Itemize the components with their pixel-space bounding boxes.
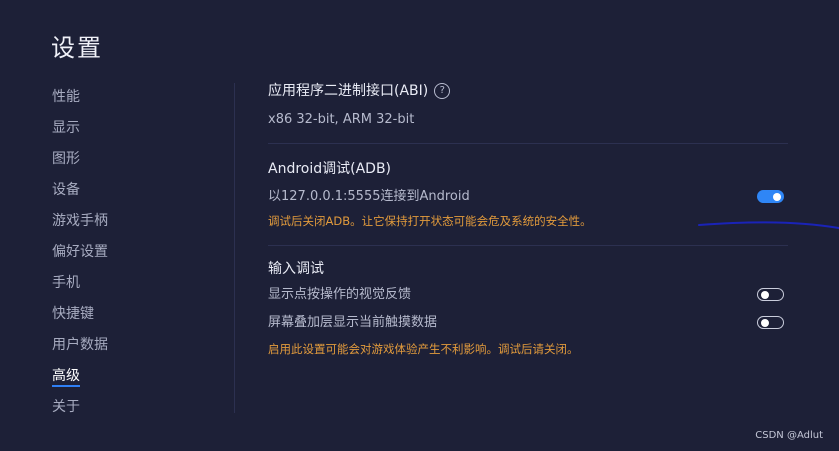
toggle-knob	[761, 290, 769, 299]
abi-value: x86 32-bit, ARM 32-bit	[268, 112, 415, 127]
settings-content: 应用程序二进制接口(ABI) ? x86 32-bit, ARM 32-bit …	[268, 78, 788, 359]
adb-section-title: Android调试(ADB)	[268, 161, 392, 177]
adb-section: Android调试(ADB) 以127.0.0.1:5555连接到Android…	[268, 144, 788, 231]
sidebar-item-preferences[interactable]: 偏好设置	[52, 239, 172, 270]
sidebar-item-label: 手机	[52, 275, 80, 291]
sidebar-item-display[interactable]: 显示	[52, 115, 172, 146]
abi-section-title: 应用程序二进制接口(ABI) ?	[268, 79, 788, 103]
touch-overlay-toggle[interactable]	[757, 316, 784, 329]
watermark-text: CSDN @Adlut	[755, 430, 823, 441]
sidebar-item-user-data[interactable]: 用户数据	[52, 332, 172, 363]
sidebar-item-label: 图形	[52, 151, 80, 167]
sidebar-item-gamepad[interactable]: 游戏手柄	[52, 208, 172, 239]
visual-feedback-row: 显示点按操作的视觉反馈	[268, 281, 788, 309]
page-title: 设置	[51, 34, 103, 62]
sidebar-item-shortcuts[interactable]: 快捷键	[52, 301, 172, 332]
sidebar-item-label: 偏好设置	[52, 244, 108, 260]
adb-connect-row: 以127.0.0.1:5555连接到Android	[268, 183, 788, 211]
input-debug-section-title: 输入调试	[268, 261, 324, 277]
touch-overlay-row: 屏幕叠加层显示当前触摸数据	[268, 309, 788, 337]
sidebar-item-graphics[interactable]: 图形	[52, 146, 172, 177]
visual-feedback-label: 显示点按操作的视觉反馈	[268, 287, 412, 302]
sidebar-item-performance[interactable]: 性能	[52, 84, 172, 115]
visual-feedback-toggle[interactable]	[757, 288, 784, 301]
sidebar-item-advanced[interactable]: 高级	[52, 363, 172, 394]
input-debug-section: 输入调试 显示点按操作的视觉反馈 屏幕叠加层显示当前触摸数据 启用此设置可能会对…	[268, 246, 788, 359]
sidebar-item-phone[interactable]: 手机	[52, 270, 172, 301]
sidebar-item-label: 高级	[52, 367, 80, 387]
toggle-knob	[773, 192, 781, 201]
sidebar-item-label: 显示	[52, 120, 80, 136]
toggle-knob	[761, 318, 769, 327]
sidebar-divider	[234, 83, 235, 413]
sidebar-item-label: 游戏手柄	[52, 213, 108, 229]
adb-warning: 调试后关闭ADB。让它保持打开状态可能会危及系统的安全性。	[268, 214, 592, 228]
settings-page: 设置 性能 显示 图形 设备 游戏手柄 偏好设置 手机 快捷键 用户数据 高级 …	[0, 0, 839, 451]
input-debug-warning: 启用此设置可能会对游戏体验产生不利影响。调试后请关闭。	[268, 342, 579, 356]
help-glyph: ?	[439, 85, 445, 96]
sidebar-item-about[interactable]: 关于	[52, 394, 172, 425]
sidebar-item-device[interactable]: 设备	[52, 177, 172, 208]
abi-title: 应用程序二进制接口(ABI)	[268, 83, 429, 99]
sidebar-item-label: 设备	[52, 182, 80, 198]
sidebar-item-label: 快捷键	[52, 306, 94, 322]
question-circle-icon[interactable]: ?	[434, 83, 451, 99]
sidebar-item-label: 性能	[52, 89, 80, 105]
sidebar-item-label: 用户数据	[52, 337, 108, 353]
sidebar-item-label: 关于	[52, 399, 80, 415]
sidebar-nav: 性能 显示 图形 设备 游戏手柄 偏好设置 手机 快捷键 用户数据 高级 关于	[52, 84, 172, 425]
touch-overlay-label: 屏幕叠加层显示当前触摸数据	[268, 315, 438, 330]
abi-section: 应用程序二进制接口(ABI) ? x86 32-bit, ARM 32-bit	[268, 78, 788, 133]
adb-connect-label: 以127.0.0.1:5555连接到Android	[268, 189, 470, 204]
adb-toggle[interactable]	[757, 190, 784, 203]
